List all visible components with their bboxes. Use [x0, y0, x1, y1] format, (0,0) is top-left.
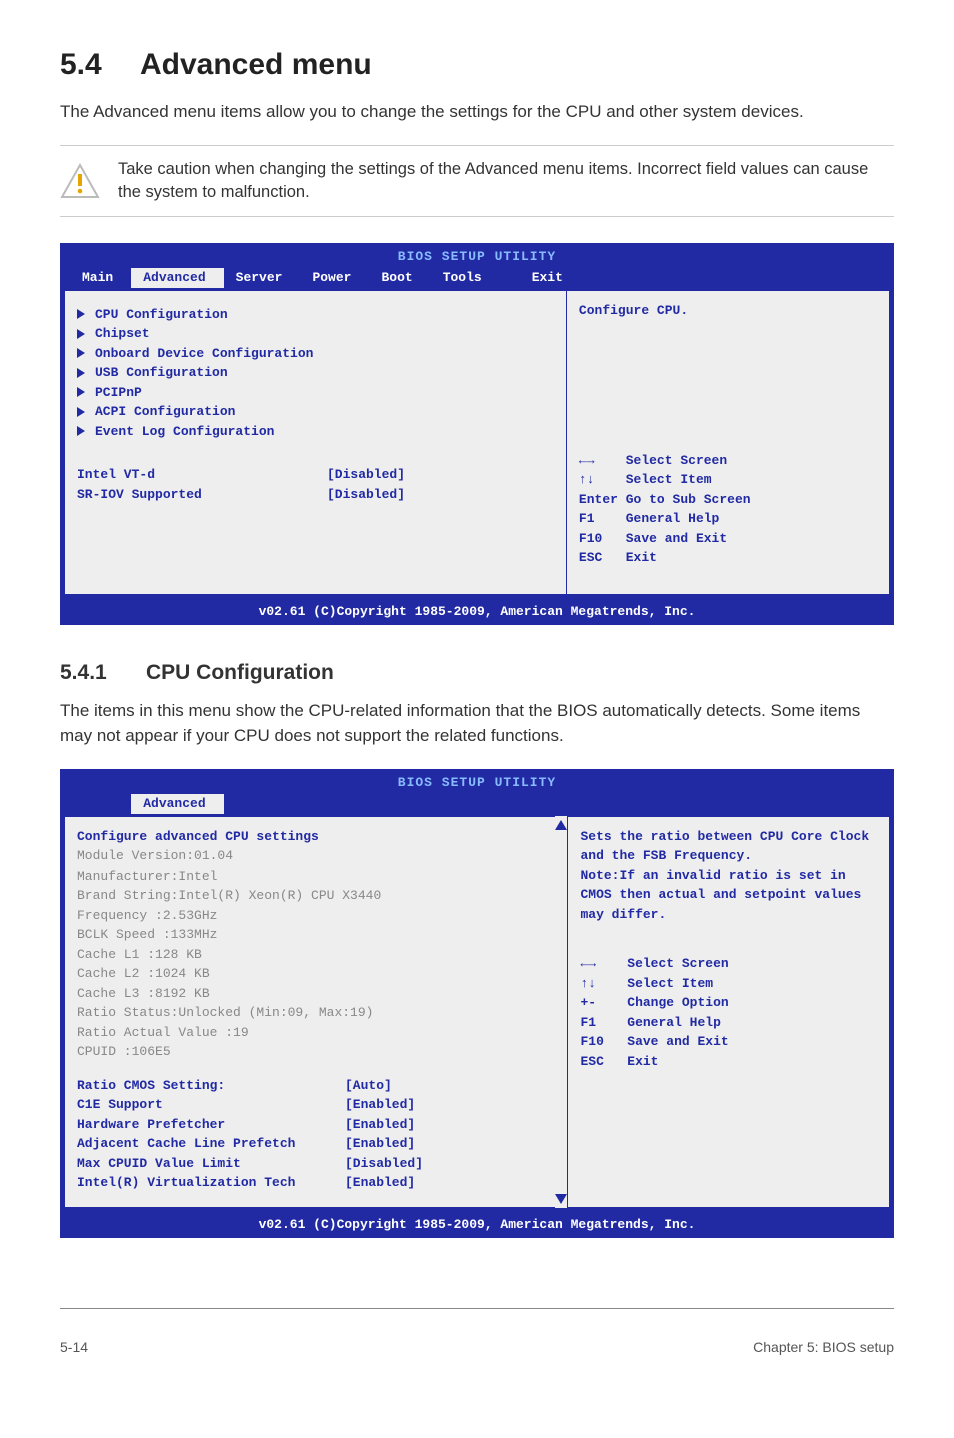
scroll-indicator [555, 816, 567, 1208]
tab-advanced: Advanced [131, 794, 223, 814]
tab-main: Main [70, 268, 131, 288]
caution-icon [60, 163, 100, 199]
caution-text: Take caution when changing the settings … [118, 158, 894, 204]
setting-row: Adjacent Cache Line Prefetch[Enabled] [77, 1134, 551, 1154]
nav-line: ←→ Select Screen [579, 451, 877, 471]
info-line: Manufacturer:Intel [77, 867, 551, 887]
nav-line: F10 Save and Exit [580, 1032, 877, 1052]
nav-line: Enter Go to Sub Screen [579, 490, 877, 510]
info-line: Cache L3 :8192 KB [77, 984, 551, 1004]
menu-item: CPU Configuration [77, 305, 554, 325]
chapter-label: Chapter 5: BIOS setup [753, 1339, 894, 1355]
info-line: Cache L2 :1024 KB [77, 964, 551, 984]
menu-item: PCIPnP [77, 383, 554, 403]
nav-line: ESC Exit [580, 1052, 877, 1072]
info-line: Brand String:Intel(R) Xeon(R) CPU X3440 [77, 886, 551, 906]
tab-exit: Exit [520, 268, 581, 288]
section-title: Advanced menu [140, 48, 372, 81]
page-number: 5-14 [60, 1339, 88, 1355]
info-line: Frequency :2.53GHz [77, 906, 551, 926]
setting-row: Intel(R) Virtualization Tech[Enabled] [77, 1173, 551, 1193]
bios-footer: v02.61 (C)Copyright 1985-2009, American … [60, 599, 894, 626]
info-line: Cache L1 :128 KB [77, 945, 551, 965]
subsection-paragraph: The items in this menu show the CPU-rela… [60, 699, 894, 748]
tab-server: Server [224, 268, 301, 288]
bios-tabs: Main Advanced [60, 792, 894, 816]
config-title: Configure advanced CPU settings [77, 827, 551, 847]
triangle-icon [77, 348, 85, 358]
setting-row: Ratio CMOS Setting:[Auto] [77, 1076, 551, 1096]
info-line: BCLK Speed :133MHz [77, 925, 551, 945]
triangle-icon [77, 368, 85, 378]
nav-line: F1 General Help [580, 1013, 877, 1033]
tab-tools: Tools [431, 268, 500, 288]
nav-line: ↑↓ Select Item [580, 974, 877, 994]
info-line: Module Version:01.04 [77, 846, 551, 866]
info-line: Ratio Actual Value :19 [77, 1023, 551, 1043]
scroll-down-icon [555, 1194, 567, 1204]
tab-advanced: Advanced [131, 268, 223, 288]
bios-screenshot-1: BIOS SETUP UTILITY Main Advanced Server … [60, 243, 894, 626]
triangle-icon [77, 407, 85, 417]
info-line: CPUID :106E5 [77, 1042, 551, 1062]
bios-header: BIOS SETUP UTILITY [60, 243, 894, 267]
bios-footer: v02.61 (C)Copyright 1985-2009, American … [60, 1212, 894, 1239]
menu-item: Onboard Device Configuration [77, 344, 554, 364]
triangle-icon [77, 426, 85, 436]
triangle-icon [77, 329, 85, 339]
bios-screenshot-2: BIOS SETUP UTILITY Main Advanced Configu… [60, 769, 894, 1239]
bios-help-text: Sets the ratio between CPU Core Clock an… [580, 827, 877, 925]
section-heading: 5.4Advanced menu [60, 48, 894, 82]
info-line: Ratio Status:Unlocked (Min:09, Max:19) [77, 1003, 551, 1023]
tab-boot: Boot [369, 268, 430, 288]
bios-help-text: Configure CPU. [579, 301, 877, 391]
subsection-heading: 5.4.1CPU Configuration [60, 661, 894, 685]
setting-row: SR-IOV Supported[Disabled] [77, 485, 554, 505]
triangle-icon [77, 387, 85, 397]
setting-row: C1E Support[Enabled] [77, 1095, 551, 1115]
setting-row: Max CPUID Value Limit[Disabled] [77, 1154, 551, 1174]
nav-line: F1 General Help [579, 509, 877, 529]
menu-item: Event Log Configuration [77, 422, 554, 442]
nav-line: +- Change Option [580, 993, 877, 1013]
menu-item: ACPI Configuration [77, 402, 554, 422]
bios-header: BIOS SETUP UTILITY [60, 769, 894, 793]
nav-line: F10 Save and Exit [579, 529, 877, 549]
page-footer: 5-14 Chapter 5: BIOS setup [0, 1309, 954, 1371]
scroll-up-icon [555, 820, 567, 830]
nav-line: ESC Exit [579, 548, 877, 568]
menu-item: Chipset [77, 324, 554, 344]
triangle-icon [77, 309, 85, 319]
subsection-number: 5.4.1 [60, 661, 146, 685]
intro-paragraph: The Advanced menu items allow you to cha… [60, 100, 894, 125]
nav-line: ←→ Select Screen [580, 954, 877, 974]
bios-tabs: Main Advanced Server Power Boot Tools Ex… [60, 266, 894, 290]
subsection-title: CPU Configuration [146, 661, 334, 684]
nav-line: ↑↓ Select Item [579, 470, 877, 490]
setting-row: Intel VT-d[Disabled] [77, 465, 554, 485]
tab-power: Power [300, 268, 369, 288]
caution-block: Take caution when changing the settings … [60, 145, 894, 217]
menu-item: USB Configuration [77, 363, 554, 383]
section-number: 5.4 [60, 48, 140, 82]
setting-row: Hardware Prefetcher[Enabled] [77, 1115, 551, 1135]
